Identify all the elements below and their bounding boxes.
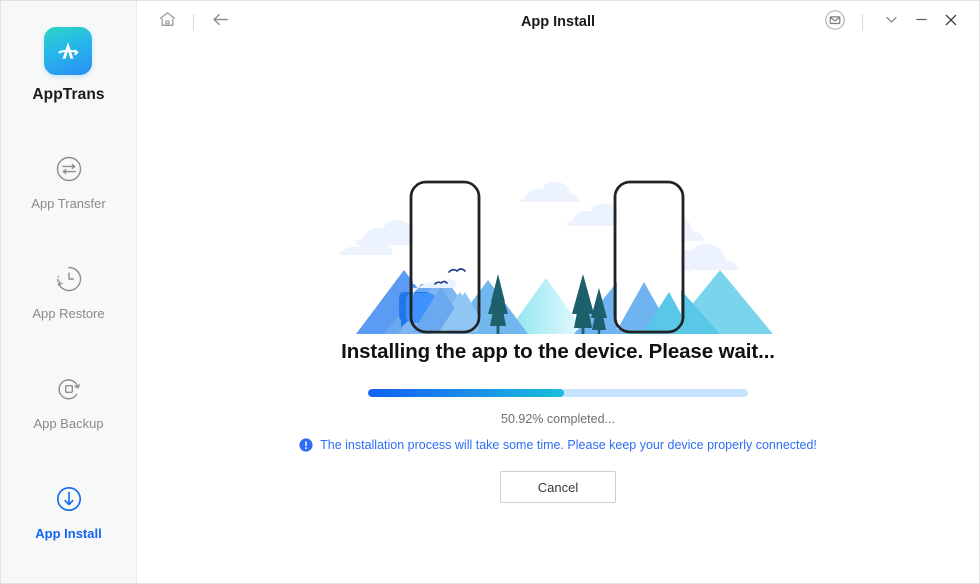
menu-button[interactable] (876, 9, 906, 35)
sidebar-item-app-backup[interactable]: App Backup (1, 360, 136, 470)
install-hint-text: The installation process will take some … (320, 438, 817, 452)
mail-envelope-icon (824, 9, 846, 36)
close-button[interactable] (936, 9, 966, 35)
progress-label: 50.92% completed... (501, 412, 615, 426)
transfer-arrows-icon (54, 154, 84, 184)
download-arrow-icon (54, 484, 84, 514)
progress-fill (368, 389, 565, 397)
status-headline: Installing the app to the device. Please… (341, 340, 775, 363)
sidebar-item-label: App Transfer (31, 196, 106, 211)
clock-restore-icon (54, 264, 84, 294)
minimize-button[interactable] (906, 9, 936, 35)
cancel-button[interactable]: Cancel (500, 471, 616, 503)
sidebar-item-label: App Backup (33, 416, 104, 431)
brand: AppTrans (32, 27, 105, 104)
apptrans-window: AppTrans App Transfer App Restore App Ba… (0, 0, 980, 584)
info-exclamation-icon (299, 438, 313, 452)
sidebar-item-app-transfer[interactable]: App Transfer (1, 140, 136, 250)
progress-track (368, 389, 748, 397)
backup-refresh-icon (54, 374, 84, 404)
two-phones-landscape-illustration (338, 174, 778, 344)
sidebar-item-label: App Install (35, 526, 102, 541)
install-hint: The installation process will take some … (137, 438, 979, 452)
back-button[interactable] (207, 9, 233, 35)
install-progress: 50.92% completed... (368, 389, 748, 426)
chevron-down-icon (884, 12, 899, 32)
brand-name: AppTrans (32, 86, 105, 103)
apptrans-logo-icon (44, 27, 93, 75)
titlebar-right-controls (821, 8, 966, 36)
titlebar-divider (193, 13, 194, 31)
close-icon (943, 12, 959, 33)
sidebar-item-label: App Restore (32, 306, 105, 321)
mail-button[interactable] (821, 8, 849, 36)
home-button[interactable] (154, 9, 180, 35)
content-area: Installing the app to the device. Please… (137, 43, 979, 583)
sidebar: AppTrans App Transfer App Restore App Ba… (1, 1, 137, 583)
minimize-icon (914, 12, 929, 32)
sidebar-nav: App Transfer App Restore App Backup App … (1, 140, 136, 580)
sidebar-item-app-install[interactable]: App Install (1, 470, 136, 580)
back-arrow-icon (210, 9, 231, 35)
titlebar-divider-right (862, 13, 863, 31)
sidebar-item-app-restore[interactable]: App Restore (1, 250, 136, 360)
titlebar-left-controls (154, 9, 233, 35)
home-icon (158, 10, 177, 34)
titlebar: App Install (137, 1, 979, 43)
main-panel: App Install Installing the app to the de… (137, 1, 979, 583)
